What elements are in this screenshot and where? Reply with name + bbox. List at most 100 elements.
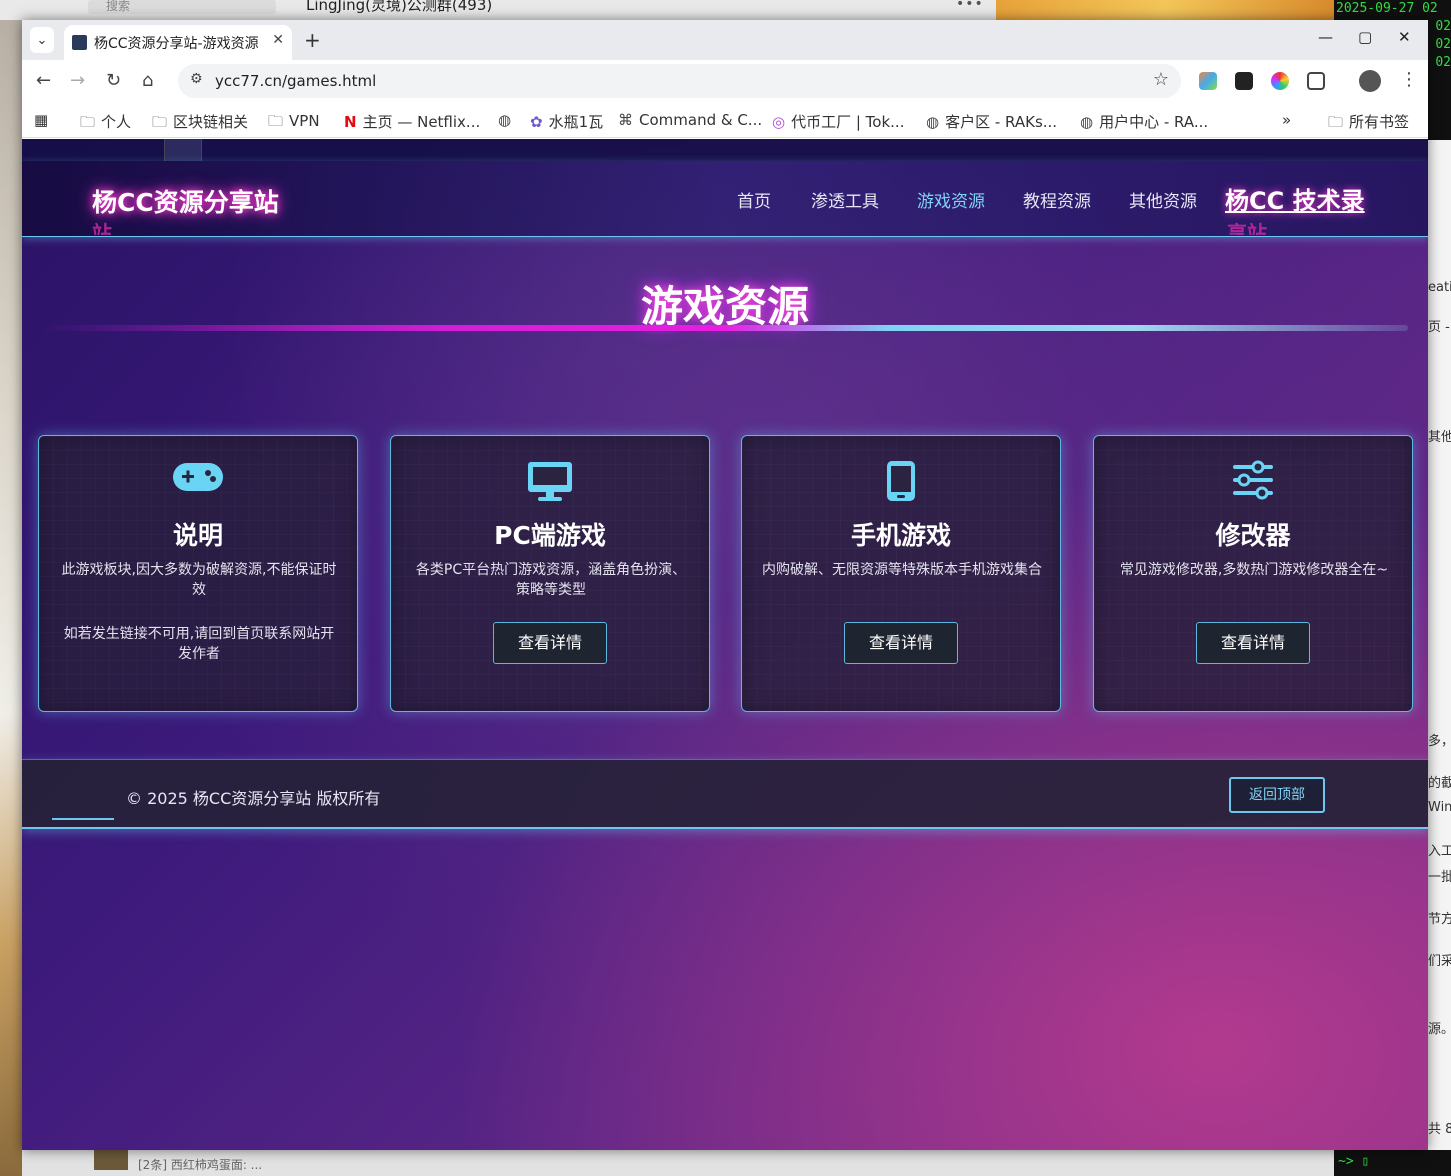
bookmark-item[interactable]: ⌘ Command & C... bbox=[618, 111, 762, 129]
bookmark-item[interactable]: N 主页 — Netflix... bbox=[344, 111, 480, 132]
card-description: 此游戏板块,因大多数为破解资源,不能保证时效 bbox=[61, 562, 337, 598]
bookmark-item[interactable]: ◍ 用户中心 - RA... bbox=[1080, 111, 1208, 132]
chat-avatar bbox=[94, 1150, 128, 1170]
bookmark-item[interactable]: 🗀 VPN bbox=[268, 111, 320, 136]
header-top-strip bbox=[22, 139, 1428, 161]
background-window-edge: eatio 页 - 其他 多， 的截 Win 入工 一批 节方 们采 源。 共 … bbox=[1428, 140, 1451, 1176]
nav-game-resources[interactable]: 游戏资源 bbox=[917, 187, 985, 212]
apps-grid-icon[interactable]: ▦ bbox=[34, 111, 48, 129]
bookmark-item[interactable]: 🗀 个人 bbox=[80, 111, 131, 137]
globe-icon: ◍ bbox=[498, 111, 512, 129]
web-page: 杨CC资源分享站 站 首页 渗透工具 游戏资源 教程资源 其他资源 杨CC 技术… bbox=[22, 139, 1428, 1150]
globe-icon: ◍ bbox=[926, 113, 940, 131]
card-trainers: 修改器 常见游戏修改器,多数热门游戏修改器全在~ 查看详情 bbox=[1093, 435, 1413, 712]
sliders-icon bbox=[1094, 460, 1412, 502]
maximize-icon[interactable]: ▢ bbox=[1358, 28, 1372, 46]
nav-home[interactable]: 首页 bbox=[737, 187, 771, 212]
back-to-top-button[interactable]: 返回顶部 bbox=[1229, 777, 1325, 813]
card-description: 内购破解、无限资源等特殊版本手机游戏集合 bbox=[762, 562, 1042, 578]
paw-icon: ✿ bbox=[530, 113, 543, 131]
tab-search-button[interactable]: ⌄ bbox=[30, 27, 54, 53]
card-mobile-games: 手机游戏 内购破解、无限资源等特殊版本手机游戏集合 查看详情 bbox=[741, 435, 1061, 712]
address-bar[interactable]: ⚙ ycc77.cn/games.html ☆ bbox=[178, 64, 1181, 98]
chat-app-strip: 搜索 LingJing(灵境)公测群(493) ••• bbox=[0, 0, 1000, 20]
token-icon: ◎ bbox=[772, 113, 786, 131]
view-details-button[interactable]: 查看详情 bbox=[493, 622, 607, 664]
bookmarks-overflow-icon[interactable]: » bbox=[1282, 111, 1291, 129]
bookmark-item[interactable]: 🗀 区块链相关 bbox=[152, 111, 248, 137]
bookmark-item[interactable]: ◍ bbox=[498, 111, 517, 129]
footer-accent bbox=[52, 818, 114, 820]
card-title: 修改器 bbox=[1215, 521, 1291, 550]
card-description: 常见游戏修改器,多数热门游戏修改器全在~ bbox=[1119, 562, 1389, 578]
browser-window: ⌄ 杨CC资源分享站-游戏资源 ✕ + — ▢ ✕ ← → ↻ ⌂ ⚙ ycc7… bbox=[22, 20, 1428, 1150]
card-description: 各类PC平台热门游戏资源，涵盖角色扮演、策略等类型 bbox=[415, 562, 687, 598]
nav-tech-blog[interactable]: 杨CC 技术录 bbox=[1225, 181, 1365, 216]
folder-icon: 🗀 bbox=[80, 113, 96, 131]
card-title: 手机游戏 bbox=[850, 521, 951, 550]
chat-title: LingJing(灵境)公测群(493) bbox=[306, 0, 493, 14]
nav-tutorials[interactable]: 教程资源 bbox=[1023, 187, 1091, 212]
back-icon[interactable]: ← bbox=[36, 70, 51, 91]
folder-icon: 🗀 bbox=[152, 113, 168, 131]
browser-toolbar: ← → ↻ ⌂ ⚙ ycc77.cn/games.html ☆ ⋮ bbox=[22, 60, 1428, 102]
url-text[interactable]: ycc77.cn/games.html bbox=[215, 72, 376, 90]
resource-cards: 说明 此游戏板块,因大多数为破解资源,不能保证时效 如若发生链接不可用,请回到首… bbox=[38, 435, 1414, 712]
bookmark-item[interactable]: ◎ 代币工厂 | Tok... bbox=[772, 111, 904, 132]
footer-copyright: © 2025 杨CC资源分享站 版权所有 bbox=[126, 789, 381, 808]
netflix-icon: N bbox=[344, 113, 357, 131]
site-favicon-icon bbox=[72, 35, 87, 50]
chat-search-input[interactable]: 搜索 bbox=[88, 0, 276, 14]
bookmarks-bar: ▦ 🗀 个人 🗀 区块链相关 🗀 VPN N 主页 — Netflix... ◍ ✿ 水瓶… bbox=[22, 102, 1428, 138]
view-details-button[interactable]: 查看详情 bbox=[844, 622, 958, 664]
folder-icon: 🗀 bbox=[1328, 113, 1344, 131]
bookmark-item[interactable]: ◍ 客户区 - RAKs... bbox=[926, 111, 1057, 132]
extensions-puzzle-icon[interactable] bbox=[1307, 72, 1325, 90]
chat-list-item[interactable]: [2条] 西红柿鸡蛋面: ... bbox=[138, 1156, 262, 1173]
site-footer: © 2025 杨CC资源分享站 版权所有 返回顶部 bbox=[22, 759, 1428, 829]
nav-pentest-tools[interactable]: 渗透工具 bbox=[811, 187, 879, 212]
browser-menu-icon[interactable]: ⋮ bbox=[1400, 69, 1418, 90]
mobile-icon bbox=[742, 460, 1060, 502]
active-tab[interactable]: 杨CC资源分享站-游戏资源 ✕ bbox=[64, 25, 292, 60]
site-logo-ghost: 站 bbox=[92, 221, 112, 235]
minimize-icon[interactable]: — bbox=[1318, 28, 1333, 46]
chat-more-icon[interactable]: ••• bbox=[956, 0, 984, 12]
desktop-icon bbox=[391, 460, 709, 502]
card-title: PC端游戏 bbox=[494, 521, 606, 550]
title-underline bbox=[42, 325, 1408, 331]
card-pc-games: PC端游戏 各类PC平台热门游戏资源，涵盖角色扮演、策略等类型 查看详情 bbox=[390, 435, 710, 712]
gamepad-icon bbox=[39, 460, 357, 502]
folder-icon: 🗀 bbox=[268, 112, 284, 130]
new-tab-button[interactable]: + bbox=[304, 28, 321, 52]
all-bookmarks-folder[interactable]: 🗀 所有书签 bbox=[1328, 111, 1409, 137]
card-notice: 说明 此游戏板块,因大多数为破解资源,不能保证时效 如若发生链接不可用,请回到首… bbox=[38, 435, 358, 712]
tab-title: 杨CC资源分享站-游戏资源 bbox=[94, 36, 259, 52]
site-logo[interactable]: 杨CC资源分享站 bbox=[92, 183, 279, 219]
extension-icon[interactable] bbox=[1199, 72, 1217, 90]
site-info-icon[interactable]: ⚙ bbox=[190, 71, 203, 87]
desktop-wallpaper-strip bbox=[996, 0, 1336, 20]
chat-list-bottom: [2条] 西红柿鸡蛋面: ... bbox=[22, 1150, 1428, 1176]
globe-icon: ◍ bbox=[1080, 113, 1094, 131]
home-icon[interactable]: ⌂ bbox=[142, 70, 153, 91]
chevron-down-icon: ⌄ bbox=[36, 32, 48, 48]
terminal-line: 2025-09-27 02 bbox=[1336, 1, 1438, 16]
bookmark-star-icon[interactable]: ☆ bbox=[1153, 69, 1169, 90]
site-header: 杨CC资源分享站 站 首页 渗透工具 游戏资源 教程资源 其他资源 杨CC 技术… bbox=[22, 161, 1428, 237]
nav-other-resources[interactable]: 其他资源 bbox=[1129, 187, 1197, 212]
close-tab-icon[interactable]: ✕ bbox=[272, 32, 284, 48]
reload-icon[interactable]: ↻ bbox=[106, 70, 121, 91]
bookmark-item[interactable]: ✿ 水瓶1瓦 bbox=[530, 111, 603, 132]
profile-avatar[interactable] bbox=[1359, 70, 1381, 92]
card-description: 如若发生链接不可用,请回到首页联系网站开发作者 bbox=[63, 626, 335, 662]
desktop-left-edge bbox=[0, 20, 22, 1176]
extension-icon[interactable] bbox=[1271, 72, 1289, 90]
card-title: 说明 bbox=[172, 521, 223, 550]
extension-icon[interactable] bbox=[1235, 72, 1253, 90]
terminal-prompt: ~> ▯ bbox=[1334, 1150, 1451, 1176]
forward-icon[interactable]: → bbox=[70, 70, 85, 91]
view-details-button[interactable]: 查看详情 bbox=[1196, 622, 1310, 664]
header-accent bbox=[164, 139, 202, 161]
close-window-icon[interactable]: ✕ bbox=[1398, 28, 1411, 46]
